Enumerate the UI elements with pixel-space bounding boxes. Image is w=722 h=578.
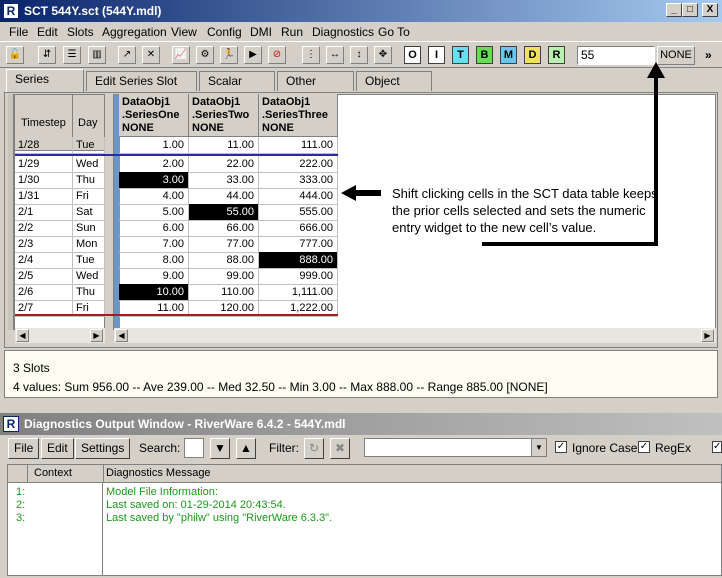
ignore-case-label: Ignore Case xyxy=(572,441,638,455)
slot-count: 3 Slots xyxy=(13,361,50,375)
search-down-icon[interactable]: ▼ xyxy=(210,438,230,459)
search-input[interactable] xyxy=(184,438,204,458)
diagnostics-table: Context Diagnostics Message 1: Model File… xyxy=(7,464,722,576)
regex-checkbox[interactable]: ✓ xyxy=(638,441,650,453)
ignore-case-checkbox[interactable]: ✓ xyxy=(555,441,567,453)
diag-edit-button[interactable]: Edit xyxy=(41,438,74,459)
diag-message-cell[interactable]: Model File Information: xyxy=(106,486,218,498)
diag-file-button[interactable]: File xyxy=(8,438,40,459)
diag-context-cell[interactable]: 2: xyxy=(16,499,25,511)
chevron-down-icon[interactable]: ▼ xyxy=(531,439,546,456)
diagnostics-title-bar: R Diagnostics Output Window - RiverWare … xyxy=(0,413,722,435)
filter-clear-icon[interactable]: ✖ xyxy=(330,438,350,459)
extra-checkbox[interactable]: ✓ xyxy=(712,441,722,453)
search-label: Search: xyxy=(139,441,181,455)
diagnostics-message-header[interactable]: Diagnostics Message xyxy=(104,465,722,483)
diag-context-cell[interactable]: 3: xyxy=(16,512,25,524)
filter-combo[interactable]: ▼ xyxy=(364,438,547,457)
filter-refresh-icon[interactable]: ↻ xyxy=(304,438,324,459)
column-divider xyxy=(102,483,103,575)
diag-message-cell[interactable]: Last saved by "philw" using "RiverWare 6… xyxy=(106,512,332,524)
diag-settings-button[interactable]: Settings xyxy=(75,438,131,459)
status-panel: 3 Slots 4 values: Sum 956.00 -- Ave 239.… xyxy=(4,350,718,398)
riverware-logo-icon[interactable]: R xyxy=(3,416,19,432)
diagnostics-window-title: Diagnostics Output Window - RiverWare 6.… xyxy=(24,417,346,431)
annotation-text: Shift clicking cells in the SCT data tab… xyxy=(392,186,658,235)
diag-message-cell[interactable]: Last saved on: 01-29-2014 20:43:54. xyxy=(106,499,286,511)
search-up-icon[interactable]: ▲ xyxy=(236,438,256,459)
regex-label: RegEx xyxy=(655,441,692,455)
filter-label: Filter: xyxy=(269,441,299,455)
callout-arrow-up-head xyxy=(647,62,665,78)
diag-context-cell[interactable]: 1: xyxy=(16,486,25,498)
callout-arrow-left xyxy=(341,185,381,201)
selection-summary: 4 values: Sum 956.00 -- Ave 239.00 -- Me… xyxy=(13,380,548,394)
diag-index-header xyxy=(8,465,28,483)
context-header[interactable]: Context xyxy=(28,465,104,483)
